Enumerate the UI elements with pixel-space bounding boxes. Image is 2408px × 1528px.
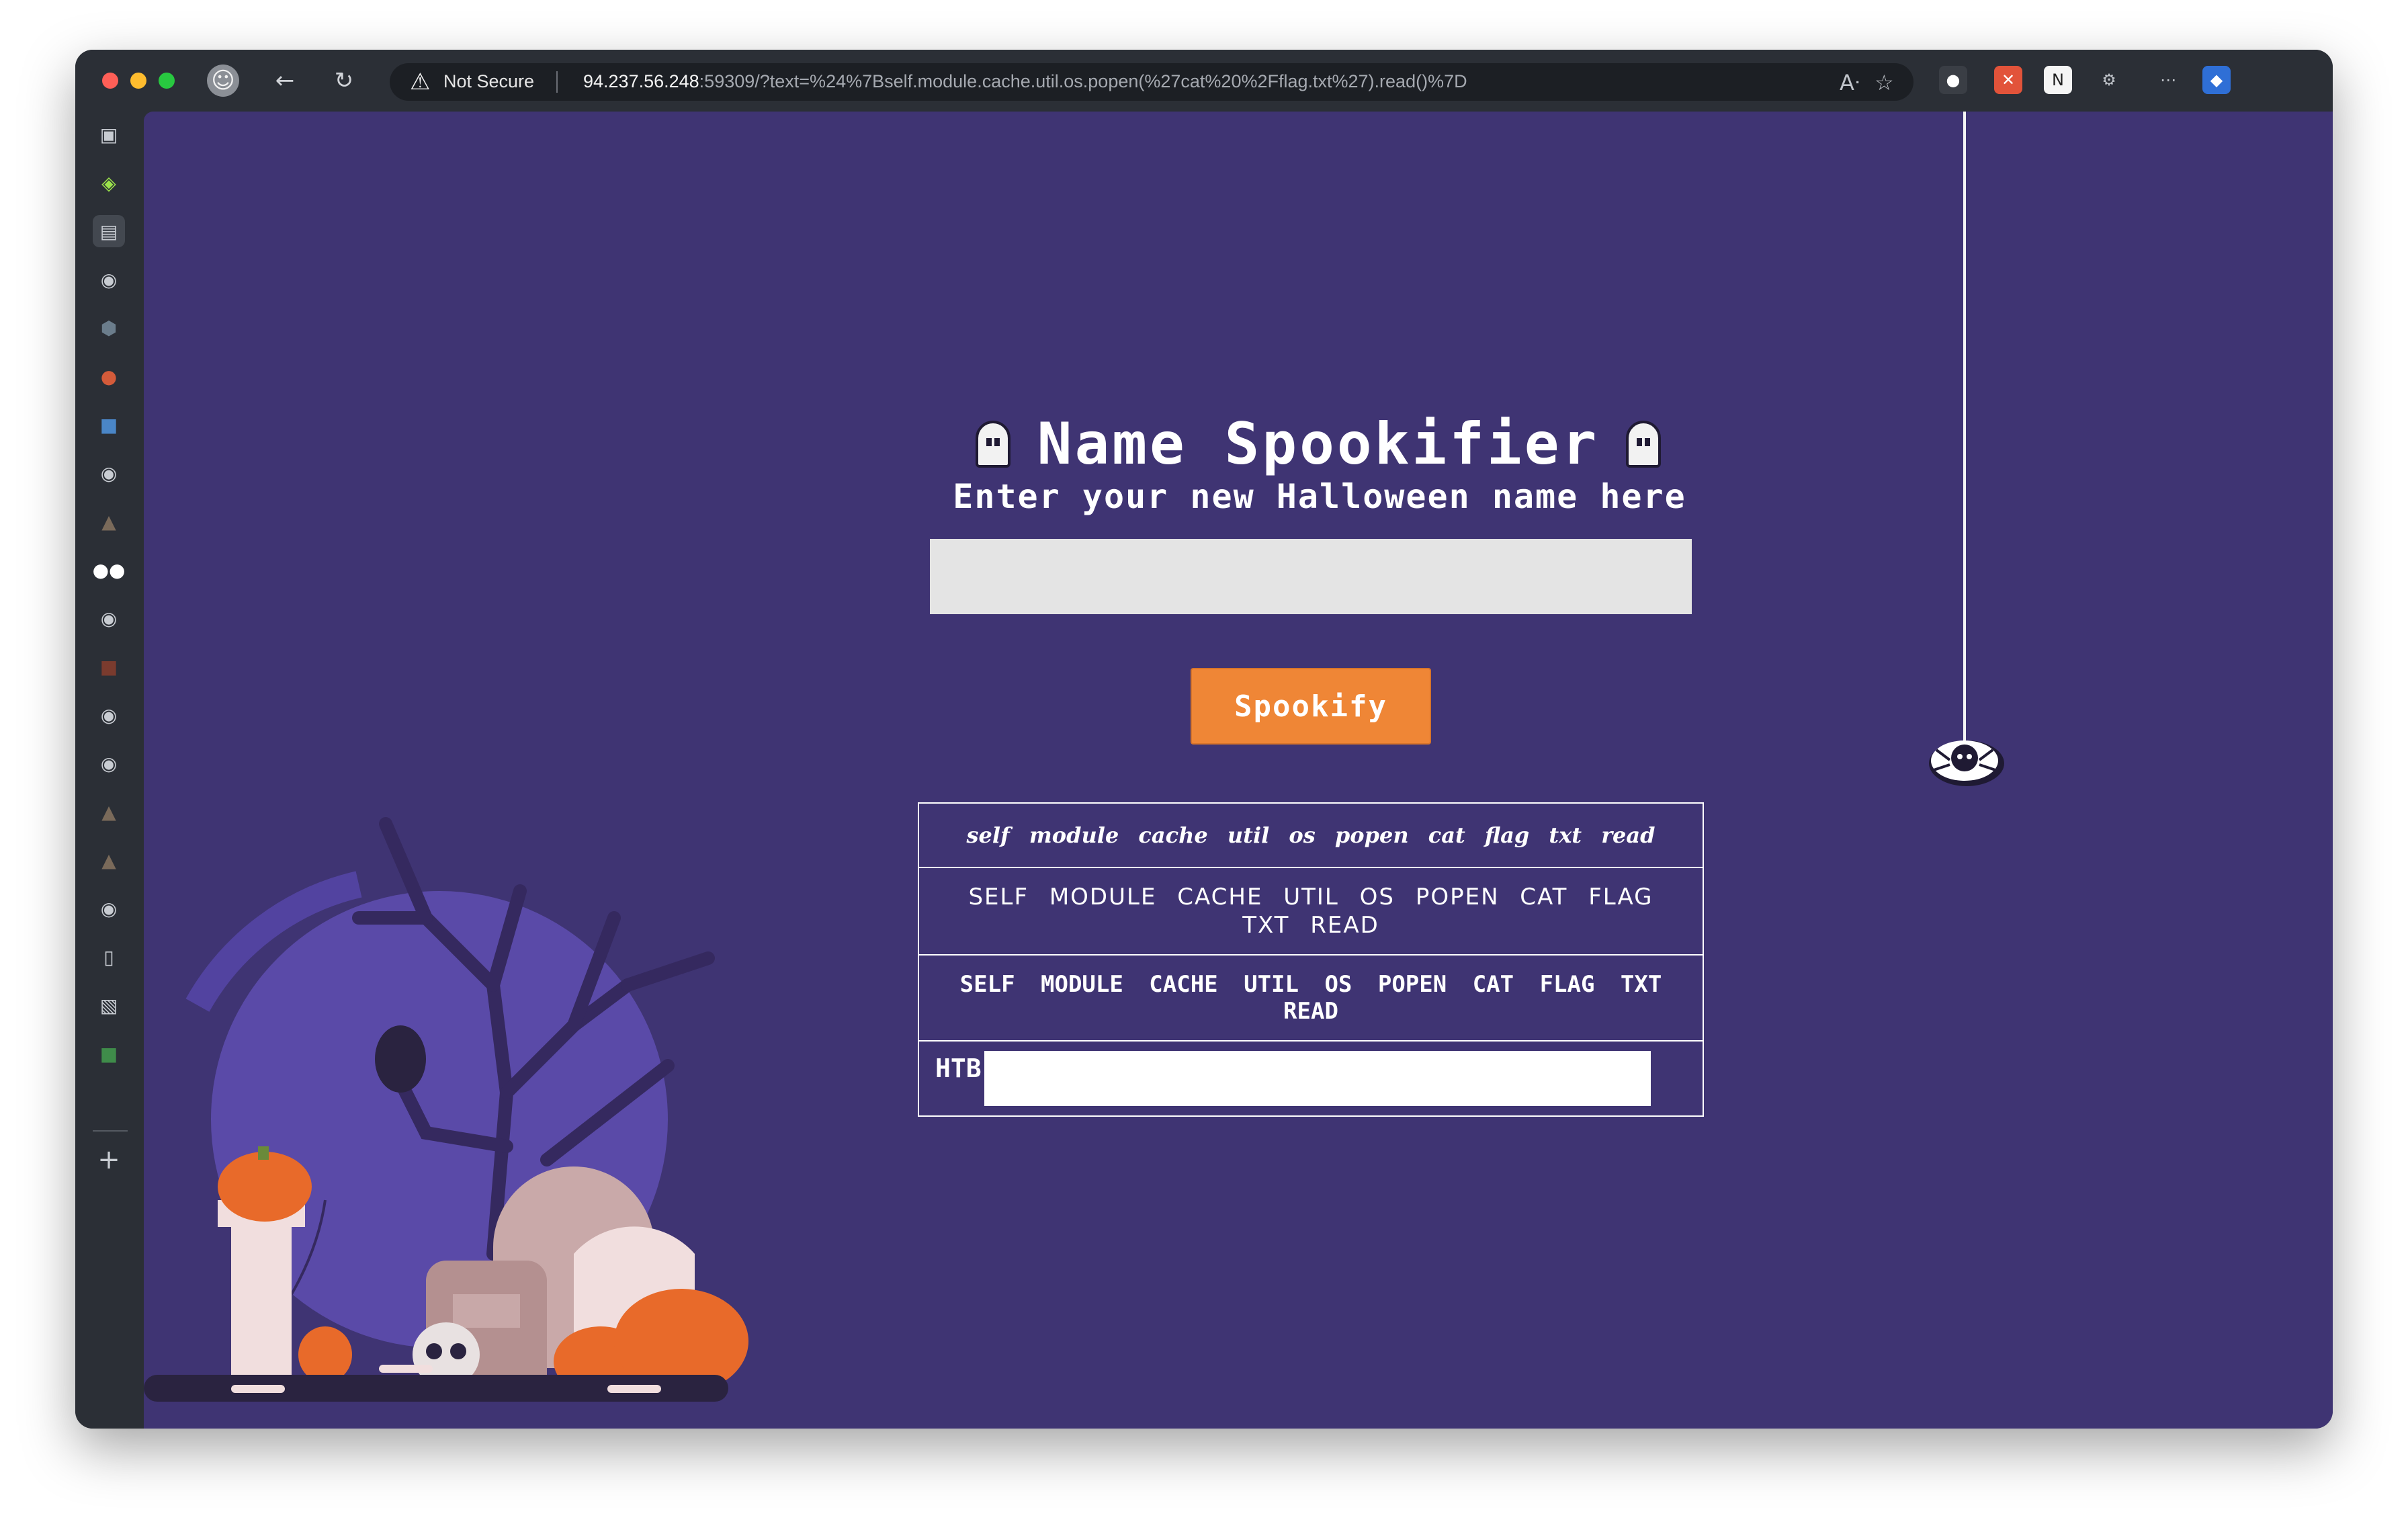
maximize-window-button[interactable] — [159, 73, 175, 89]
table-row: SELF MODULE CACHE UTIL OS POPEN CAT FLAG… — [918, 867, 1704, 956]
browser-sidebar: ▣ ◈ ▤ ◉ ⬢ ● ■ ◉ ▲ ●● ◉ ■ ◉ ◉ ▲ ▲ ◉ ▯ ▧ ■… — [75, 112, 144, 1429]
github-icon[interactable]: ◉ — [93, 602, 125, 634]
reload-icon[interactable]: ↻ — [328, 65, 360, 97]
back-arrow-icon[interactable]: ← — [269, 65, 301, 97]
spider-thread — [1963, 112, 1966, 763]
extension-red-icon[interactable]: ✕ — [1994, 66, 2022, 94]
browser-window: ☺ ← ↻ ⚠ Not Secure 94.237.56.248:59309/?… — [75, 50, 2333, 1429]
owl — [375, 1025, 426, 1093]
name-input[interactable] — [930, 539, 1692, 614]
sidebar-divider — [93, 1130, 128, 1132]
browser-toolbar: ☺ ← ↻ ⚠ Not Secure 94.237.56.248:59309/?… — [75, 50, 2333, 112]
cube-extension-icon[interactable]: ◈ — [93, 167, 125, 199]
result-font-1: self module cache util os popen cat flag… — [918, 802, 1704, 868]
warning-icon: ⚠ — [410, 69, 431, 95]
app-tab-icon[interactable]: ■ — [93, 1037, 125, 1070]
add-tab-icon[interactable]: + — [93, 1144, 125, 1176]
page-viewport: Name Spookifier Enter your new Halloween… — [144, 112, 2333, 1429]
profile-avatar-icon[interactable]: ☺ — [207, 65, 239, 97]
result-font-2: SELF MODULE CACHE UTIL OS POPEN CAT FLAG… — [918, 867, 1704, 956]
close-window-button[interactable] — [102, 73, 118, 89]
redacted-flag — [984, 1051, 1651, 1106]
app-tab-icon[interactable]: ▲ — [93, 796, 125, 828]
favorite-star-icon[interactable]: ☆ — [1875, 70, 1894, 95]
extensions-puzzle-icon[interactable]: ⚙ — [2095, 66, 2123, 94]
more-menu-icon[interactable]: ⋯ — [2154, 66, 2182, 94]
page-subtitle: Enter your new Halloween name here — [953, 477, 1686, 516]
app-tab-icon[interactable]: ▲ — [93, 844, 125, 876]
sidebar-toggle-icon[interactable]: ▣ — [93, 118, 125, 151]
page-title: Name Spookifier — [1037, 411, 1600, 478]
ghost-icon — [975, 421, 1010, 468]
app-tab-icon[interactable]: ■ — [93, 409, 125, 441]
app-tab-icon[interactable]: ■ — [93, 650, 125, 683]
pumpkin — [218, 1152, 312, 1222]
security-label[interactable]: Not Secure — [443, 71, 534, 92]
medium-icon[interactable]: ●● — [93, 554, 126, 586]
spookify-button[interactable]: Spookify — [1191, 668, 1431, 745]
minimize-window-button[interactable] — [130, 73, 146, 89]
url-host: 94.237.56.248 — [583, 71, 699, 91]
results-table: self module cache util os popen cat flag… — [918, 802, 1704, 1117]
document-icon[interactable]: ▯ — [93, 941, 125, 973]
copilot-icon[interactable]: ◆ — [2202, 66, 2231, 94]
shield-icon[interactable]: ⬢ — [93, 312, 125, 344]
document-tab-icon[interactable]: ▤ — [93, 215, 125, 247]
app-tab-icon[interactable]: ● — [93, 360, 125, 392]
url-text[interactable]: 94.237.56.248:59309/?text=%24%7Bself.mod… — [583, 71, 1467, 92]
document-search-icon[interactable]: ▧ — [93, 989, 125, 1021]
github-icon[interactable]: ◉ — [93, 892, 125, 925]
cookie-extension-icon[interactable]: ● — [1939, 66, 1967, 94]
result-font-4: HTB — [918, 1040, 1704, 1117]
title-row: Name Spookifier — [922, 407, 1715, 481]
github-icon[interactable]: ◉ — [93, 699, 125, 731]
table-row: HTB — [918, 1040, 1704, 1117]
github-icon[interactable]: ◉ — [93, 263, 125, 296]
github-icon[interactable]: ◉ — [93, 457, 125, 489]
table-row: SELF MODULE CACHE UTIL OS POPEN CAT FLAG… — [918, 954, 1704, 1042]
github-icon[interactable]: ◉ — [93, 747, 125, 779]
address-bar[interactable]: ⚠ Not Secure 94.237.56.248:59309/?text=%… — [390, 63, 1914, 101]
ghost-icon — [1626, 421, 1662, 468]
notion-extension-icon[interactable]: N — [2044, 66, 2072, 94]
spider-icon — [1929, 740, 2004, 786]
url-path: :59309/?text=%24%7Bself.module.cache.uti… — [699, 71, 1467, 91]
halloween-decoration — [144, 817, 748, 1402]
read-aloud-icon[interactable]: Aᐧ — [1840, 70, 1860, 95]
flag-prefix: HTB — [935, 1054, 982, 1083]
pillar — [231, 1227, 292, 1375]
result-font-3: SELF MODULE CACHE UTIL OS POPEN CAT FLAG… — [918, 954, 1704, 1042]
address-separator — [556, 71, 558, 93]
table-row: self module cache util os popen cat flag… — [918, 802, 1704, 868]
app-tab-icon[interactable]: ▲ — [93, 505, 125, 538]
pumpkin — [298, 1326, 352, 1383]
